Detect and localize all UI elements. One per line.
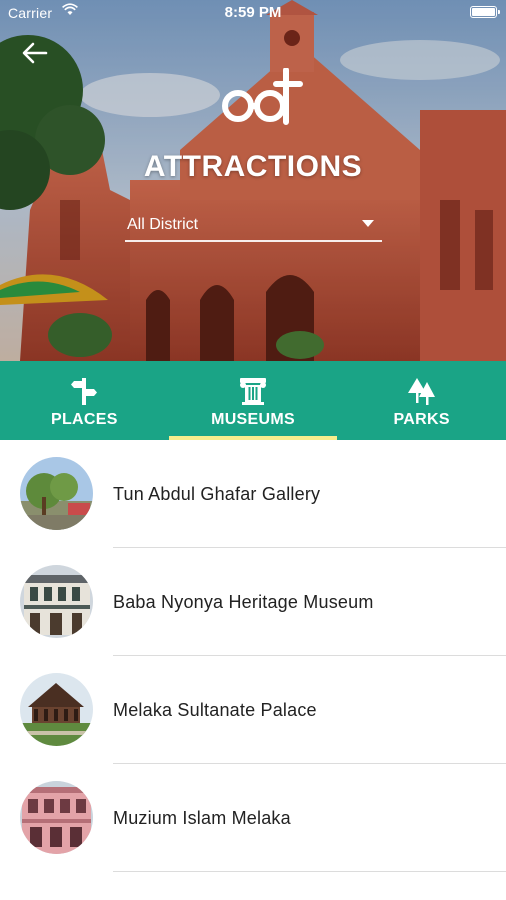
page-title: ATTRACTIONS bbox=[143, 150, 363, 183]
attraction-name: Baba Nyonya Heritage Museum bbox=[113, 592, 374, 612]
clock: 8:59 PM bbox=[224, 4, 282, 21]
list-item[interactable]: Tun Abdul Ghafar Gallery bbox=[0, 440, 506, 548]
attraction-list: Tun Abdul Ghafar Gallery Baba Nyonya Her… bbox=[0, 440, 506, 872]
signpost-icon bbox=[71, 378, 98, 405]
attraction-name: Muzium Islam Melaka bbox=[113, 808, 291, 828]
tab-parks[interactable]: PARKS bbox=[337, 361, 506, 440]
wooden-palace-photo bbox=[20, 673, 93, 746]
trees-icon bbox=[407, 378, 435, 405]
battery-icon bbox=[470, 6, 500, 18]
next-item-thumbnail-peek bbox=[20, 890, 93, 900]
heritage-shophouse-photo bbox=[20, 565, 93, 638]
gallery-tree-photo bbox=[20, 457, 93, 530]
attraction-name: Tun Abdul Ghafar Gallery bbox=[113, 484, 321, 504]
back-arrow-icon[interactable] bbox=[20, 38, 50, 68]
tab-places[interactable]: PLACES bbox=[0, 361, 169, 440]
tab-label: PLACES bbox=[50, 411, 118, 428]
attraction-name: Melaka Sultanate Palace bbox=[113, 700, 317, 720]
tab-label: PARKS bbox=[393, 411, 450, 428]
list-item[interactable]: Baba Nyonya Heritage Museum bbox=[0, 548, 506, 656]
category-tab-bar: PLACES MUSEUMS PARKS bbox=[0, 361, 506, 440]
list-item[interactable]: Melaka Sultanate Palace bbox=[0, 656, 506, 764]
tab-museums[interactable]: MUSEUMS bbox=[168, 361, 338, 440]
tab-label: MUSEUMS bbox=[211, 411, 295, 428]
district-selected-value: All District bbox=[127, 216, 199, 233]
district-dropdown[interactable]: All District bbox=[125, 208, 382, 242]
pink-building-photo bbox=[20, 781, 93, 854]
divider bbox=[113, 871, 506, 872]
status-bar: Carrier 8:59 PM bbox=[0, 0, 506, 26]
museum-column-icon bbox=[240, 378, 266, 405]
list-item[interactable]: Muzium Islam Melaka bbox=[0, 764, 506, 872]
app-logo-icon bbox=[222, 68, 303, 125]
dropdown-caret-icon bbox=[362, 220, 374, 227]
